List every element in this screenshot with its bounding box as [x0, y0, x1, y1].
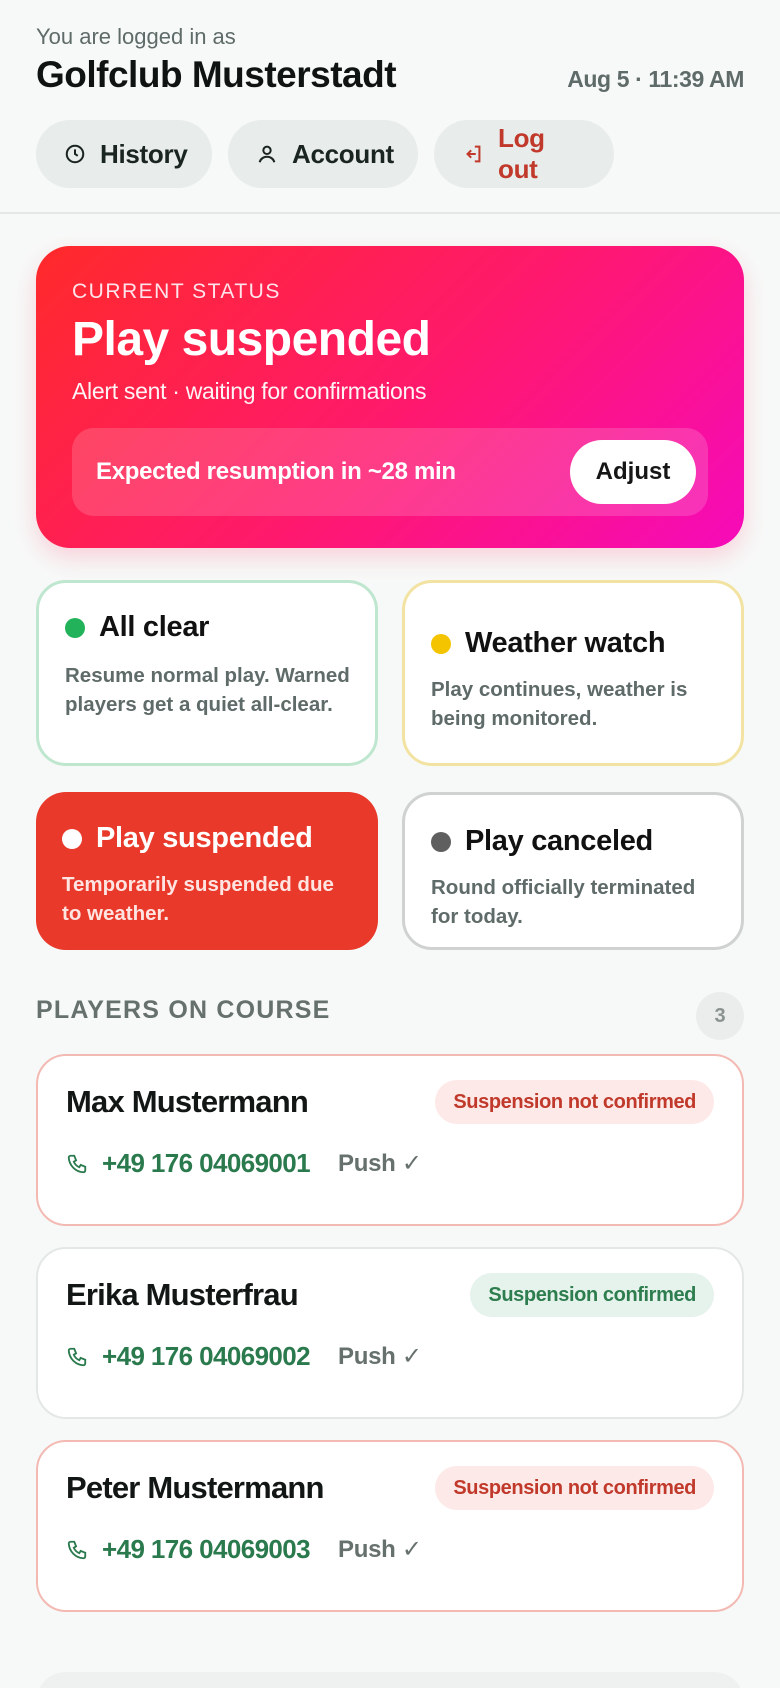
- yellow-dot-icon: [431, 633, 451, 654]
- account-label: Account: [292, 138, 394, 169]
- option-play-canceled-title: Play canceled: [465, 825, 653, 857]
- player-name: Erika Musterfrau: [66, 1277, 299, 1312]
- phone-link[interactable]: +49 176 04069003: [102, 1534, 311, 1565]
- bottom-panel-peek: [36, 1672, 744, 1688]
- logout-button[interactable]: Log out: [434, 120, 614, 188]
- app-page: You are logged in as Golfclub Musterstad…: [0, 0, 780, 1688]
- players-section-title: PLAYERS ON COURSE: [36, 996, 331, 1024]
- status-kicker: CURRENT STATUS: [72, 280, 281, 303]
- current-status-card: CURRENT STATUS Play suspended Alert sent…: [36, 246, 744, 548]
- history-label: History: [100, 138, 188, 169]
- push-status: Push ✓: [338, 1536, 422, 1563]
- contact-row: +49 176 04069002 Push ✓: [66, 1341, 422, 1372]
- player-card[interactable]: Erika Musterfrau Suspension confirmed +4…: [36, 1247, 744, 1419]
- phone-link[interactable]: +49 176 04069002: [102, 1341, 311, 1372]
- option-play-suspended-header: Play suspended: [62, 822, 313, 855]
- push-status: Push ✓: [338, 1150, 422, 1177]
- option-all-clear-desc: Resume normal play. Warned players get a…: [65, 664, 350, 716]
- resumption-box: Expected resumption in ~28 min Adjust: [72, 428, 708, 516]
- player-card[interactable]: Max Mustermann Suspension not confirmed …: [36, 1054, 744, 1226]
- account-button[interactable]: Account: [228, 120, 418, 188]
- option-play-canceled[interactable]: Play canceled Round officially terminate…: [402, 792, 744, 950]
- status-badge: Suspension not confirmed: [435, 1080, 714, 1124]
- option-play-suspended-title: Play suspended: [96, 822, 313, 854]
- logged-in-label: You are logged in as: [36, 24, 236, 49]
- option-play-suspended[interactable]: Play suspended Temporarily suspended due…: [36, 792, 378, 950]
- option-all-clear-title: All clear: [99, 611, 210, 643]
- history-button[interactable]: History: [36, 120, 212, 188]
- logout-label: Log out: [498, 123, 545, 184]
- header: You are logged in as Golfclub Musterstad…: [0, 0, 780, 214]
- adjust-button[interactable]: Adjust: [570, 440, 696, 504]
- gray-dot-icon: [431, 831, 451, 852]
- phone-icon: [67, 1347, 87, 1366]
- option-weather-watch-desc: Play continues, weather is being monitor…: [431, 678, 688, 730]
- option-weather-watch[interactable]: Weather watch Play continues, weather is…: [402, 580, 744, 766]
- status-title: Play suspended: [72, 313, 431, 366]
- option-play-suspended-desc: Temporarily suspended due to weather.: [62, 873, 334, 925]
- status-badge: Suspension confirmed: [470, 1273, 714, 1317]
- option-weather-watch-title: Weather watch: [465, 627, 666, 659]
- option-all-clear-header: All clear: [65, 611, 209, 644]
- status-badge: Suspension not confirmed: [435, 1466, 714, 1510]
- contact-row: +49 176 04069001 Push ✓: [66, 1148, 422, 1179]
- player-name: Max Mustermann: [66, 1084, 309, 1119]
- phone-icon: [67, 1154, 87, 1173]
- option-play-canceled-header: Play canceled: [431, 825, 653, 858]
- status-subtitle: Alert sent · waiting for confirmations: [72, 378, 427, 404]
- white-dot-icon: [62, 828, 82, 849]
- clock-icon: [65, 144, 85, 164]
- contact-row: +49 176 04069003 Push ✓: [66, 1534, 422, 1565]
- option-all-clear[interactable]: All clear Resume normal play. Warned pla…: [36, 580, 378, 766]
- player-name: Peter Mustermann: [66, 1470, 324, 1505]
- option-weather-watch-header: Weather watch: [431, 627, 666, 660]
- push-status: Push ✓: [338, 1343, 422, 1370]
- club-name: Golfclub Musterstadt: [36, 54, 397, 95]
- option-play-canceled-desc: Round officially terminated for today.: [431, 876, 696, 928]
- user-icon: [258, 145, 276, 163]
- players-count-badge: 3: [696, 992, 744, 1040]
- player-card[interactable]: Peter Mustermann Suspension not confirme…: [36, 1440, 744, 1612]
- resumption-text: Expected resumption in ~28 min: [96, 458, 456, 485]
- phone-link[interactable]: +49 176 04069001: [102, 1148, 311, 1179]
- green-dot-icon: [65, 617, 85, 638]
- datetime: Aug 5 · 11:39 AM: [567, 66, 744, 92]
- phone-icon: [67, 1540, 87, 1559]
- logout-icon: [466, 145, 481, 163]
